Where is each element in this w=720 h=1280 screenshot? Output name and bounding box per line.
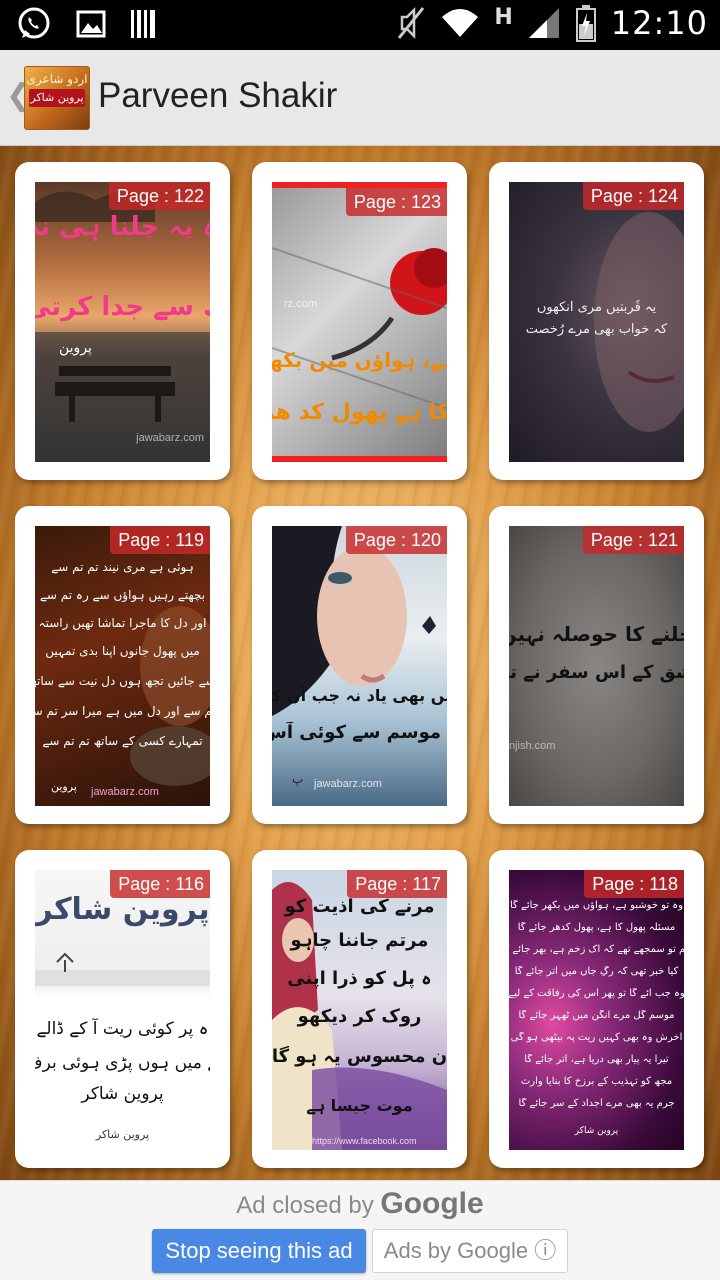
poetry-card[interactable]: وہ تو خوشبو ہے، ہواؤں میں بکھر جائے گا م…	[489, 850, 704, 1168]
poetry-line: بچھتے رہیں ہواؤں سے رہ تم سے	[39, 588, 206, 602]
ad-banner: Ad closed by Google Stop seeing this ad …	[0, 1180, 720, 1280]
poetry-card[interactable]: پروین شاکر ہ پر کوئی ریت آ کے ڈالے زمانے…	[15, 850, 230, 1168]
poetry-line: مرنے کی اذیت کو	[284, 896, 435, 917]
barcode-icon	[130, 8, 158, 40]
poetry-card[interactable]: کو اس راہ پہ چلنا ہی نہ ہے تجھ سے جدا کر…	[15, 162, 230, 480]
page-number-badge: Page : 124	[582, 182, 684, 210]
poetry-thumbnail: وہ تو خوشبو ہے، ہواؤں میں بکھر جائے گا م…	[509, 870, 684, 1150]
page-number-badge: Page : 123	[345, 188, 447, 216]
poetry-line: موسمِ گل مرے آنگن میں ٹھہر جائے گا	[518, 1010, 675, 1021]
poetry-line: یہ قُربتیں مری آنکھوں	[536, 300, 657, 315]
clock: 12:10	[610, 4, 708, 42]
page-number-badge: Page : 118	[584, 870, 684, 898]
whatsapp-icon	[16, 6, 52, 42]
poetry-line: ن محسوس یہ ہو گا	[272, 1046, 447, 1067]
watermark: jawabarz.com	[136, 432, 204, 444]
poetry-card[interactable]: میں بھی یاد نہ جب اُن کو ن سے موسم سے کو…	[252, 506, 467, 824]
poetry-thumbnail: یہ قُربتیں مری آنکھوں کہ خواب بھی مرے رُ…	[509, 182, 684, 462]
page-number-badge: Page : 121	[582, 526, 684, 554]
poetry-thumbnail: ہوئی ہے مری نیند تم تم سے بچھتے رہیں ہوا…	[35, 526, 210, 806]
system-icons: H 12:10	[396, 4, 708, 42]
poetry-line: ہ پر کوئی ریت آ کے ڈالے	[36, 1019, 209, 1039]
poetry-grid: کو اس راہ پہ چلنا ہی نہ ہے تجھ سے جدا کر…	[15, 162, 705, 1172]
battery-icon	[575, 4, 597, 42]
app-logo-line2: پروین شاکر	[30, 91, 84, 104]
page-number-badge: Page : 117	[347, 870, 447, 898]
poetry-line: مسئلہ پھول کا ہے، پھول کدھر جائے گا	[517, 922, 676, 933]
poetry-thumbnail: چلنے کا حوصلہ نہیں عشق کے اس سفر نے تو n…	[509, 526, 684, 806]
poetry-line: عشق کے اس سفر نے تو	[509, 662, 684, 683]
google-logo: Google	[380, 1187, 484, 1220]
poetry-line: ہے، ہواؤں میں بکھ	[272, 348, 447, 372]
poetry-line: مجھ کو تہذیب کے برزخ کا بنایا وارث	[520, 1076, 673, 1087]
page-number-badge: Page : 116	[110, 870, 210, 898]
poetry-line: ہوئی ہے مری نیند تم تم سے	[51, 560, 194, 574]
poetry-line: کیا خبر تھی کہ رگِ جاں میں اتر جائے گا	[514, 966, 679, 977]
poetry-line: روک کر دیکھو	[297, 1006, 422, 1027]
poetry-signature: پروین شاکر	[95, 1128, 150, 1141]
poetry-card[interactable]: ہے، ہواؤں میں بکھ ں کا ہے پھول کد ھر rz.…	[252, 162, 467, 480]
poetry-line: جرم یہ بھی مرے اجداد کے سر جائے گا	[518, 1098, 675, 1109]
poetry-line: ہم تو سمجھے تھے کہ اک زخم ہے، بھر جائے گ…	[509, 944, 684, 955]
poetry-line: پروین شاکر	[81, 1084, 164, 1104]
poetry-line: تمہارے کسی کے ساتھ تم تم سے	[42, 734, 203, 748]
poetry-line: ن سے موسم سے کوئی آس	[272, 722, 447, 743]
watermark: njish.com	[509, 740, 556, 752]
poetry-thumbnail: مرنے کی اذیت کو مرتم جاننا چاہو ہ پل کو …	[272, 870, 447, 1150]
notification-icons	[16, 6, 158, 42]
network-type-label: H	[494, 4, 513, 30]
mute-icon	[396, 5, 426, 41]
watermark: jawabarz.com	[91, 786, 159, 798]
poetry-line: ہ پل کو ذرا اپنی	[287, 968, 432, 989]
poetry-signature: پروین	[59, 340, 92, 356]
poetry-thumbnail: میں بھی یاد نہ جب اُن کو ن سے موسم سے کو…	[272, 526, 447, 806]
poetry-line: میں پھول جانوں اپنا بدی تمہیں	[45, 644, 200, 658]
page-number-badge: Page : 120	[345, 526, 447, 554]
ad-closed-text: Ad closed by	[236, 1192, 374, 1219]
poetry-line: موت جیسا ہے	[306, 1096, 413, 1115]
poetry-line: مرتم جاننا چاہو	[290, 930, 429, 951]
poetry-line: سے جائیں تجھ ہوں دل نیت سے ساتھ	[35, 674, 210, 688]
app-logo-line1: اردو شاعری	[26, 72, 88, 86]
poetry-line: اور دل کا ماجرا تماشا تھیں راستہ	[38, 616, 207, 630]
poetry-card[interactable]: ہوئی ہے مری نیند تم تم سے بچھتے رہیں ہوا…	[15, 506, 230, 824]
poetry-line: میں بھی یاد نہ جب اُن کو	[272, 686, 447, 705]
status-bar: H 12:10	[0, 0, 720, 50]
poetry-signature: پروین شاکر	[574, 1126, 619, 1136]
poetry-line: ہے تجھ سے جدا کرتی	[35, 292, 210, 322]
ads-by-google-button[interactable]: Ads by Google ⓘ	[372, 1229, 568, 1273]
poetry-card[interactable]: یہ قُربتیں مری آنکھوں کہ خواب بھی مرے رُ…	[489, 162, 704, 480]
app-title: Parveen Shakir	[98, 76, 338, 115]
page-number-badge: Page : 119	[110, 526, 210, 554]
page-number-badge: Page : 122	[108, 182, 210, 210]
image-icon	[76, 9, 106, 39]
signal-icon	[527, 6, 561, 40]
watermark: jawabarz.com	[314, 778, 382, 790]
watermark: rz.com	[284, 298, 317, 310]
poetry-line: وہ جب آئے گا تو پھر اس کی رفاقت کے لیے	[509, 988, 684, 999]
wifi-icon	[440, 7, 480, 39]
poetry-line: ہم سے اور دل میں ہے میرا سر تم سے	[35, 704, 210, 718]
poetry-card[interactable]: مرنے کی اذیت کو مرتم جاننا چاہو ہ پل کو …	[252, 850, 467, 1168]
ad-closed-message: Ad closed by Google	[0, 1187, 720, 1221]
poetry-line: کہ خواب بھی مرے رُخصت	[525, 322, 668, 337]
poetry-thumbnail: ہے، ہواؤں میں بکھ ں کا ہے پھول کد ھر rz.…	[272, 182, 447, 462]
poetry-card[interactable]: چلنے کا حوصلہ نہیں عشق کے اس سفر نے تو n…	[489, 506, 704, 824]
poetry-line: زمانے میں ہوں پڑی ہوئی برف	[35, 1053, 210, 1073]
poetry-thumbnail: کو اس راہ پہ چلنا ہی نہ ہے تجھ سے جدا کر…	[35, 182, 210, 462]
app-logo[interactable]: اردو شاعری پروین شاکر	[24, 66, 90, 130]
poetry-line: چلنے کا حوصلہ نہیں	[509, 622, 684, 646]
poetry-line: ں کا ہے پھول کد ھر	[272, 400, 447, 425]
poetry-line: کو اس راہ پہ چلنا ہی نہ	[35, 212, 210, 242]
poetry-grid-area[interactable]: کو اس راہ پہ چلنا ہی نہ ہے تجھ سے جدا کر…	[0, 146, 720, 1180]
poetry-line: آخرش وہ بھی کہیں ریت پہ بیٹھی ہو گی	[510, 1032, 683, 1043]
action-bar: ❮ اردو شاعری پروین شاکر Parveen Shakir	[0, 50, 720, 146]
poetry-line: تیرا یہ پیار بھی دریا ہے، اتر جائے گا	[524, 1054, 669, 1065]
poetry-thumbnail: پروین شاکر ہ پر کوئی ریت آ کے ڈالے زمانے…	[35, 870, 210, 1150]
stop-seeing-ad-button[interactable]: Stop seeing this ad	[152, 1229, 366, 1273]
watermark: https://www.facebook.com	[312, 1136, 417, 1146]
poetry-line: وہ تو خوشبو ہے، ہواؤں میں بکھر جائے گا	[510, 900, 683, 911]
